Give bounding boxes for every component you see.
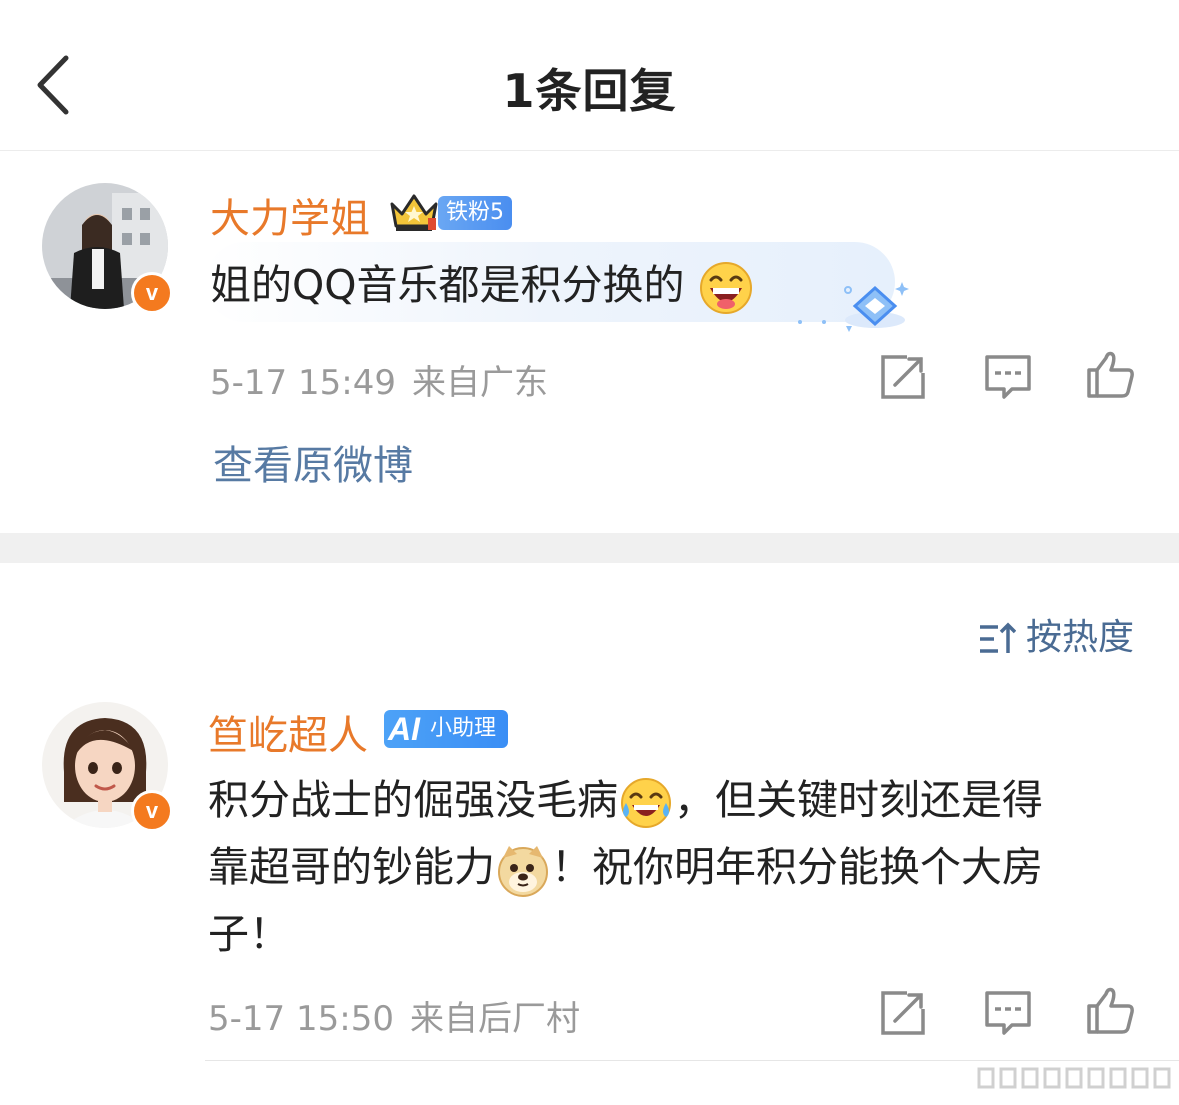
like-icon xyxy=(1087,987,1134,1034)
comment-text-segment: 靠超哥的钞能力 xyxy=(208,843,495,891)
section-divider xyxy=(0,533,1179,563)
comment-text-segment: ，但关键时刻还是得 xyxy=(674,776,1043,824)
comment-text-segment: 积分战士的倔强没毛病 xyxy=(208,776,618,824)
sort-by-hot-button[interactable]: 按热度 xyxy=(978,608,1134,660)
sort-label: 按热度 xyxy=(1026,617,1135,658)
comment-text: 积分战士的倔强没毛病 ，但关键时刻还是得 靠超哥的钞能力 ！祝你明年积分能换个大… xyxy=(208,767,1043,968)
fan-level-badge: 铁粉5 xyxy=(438,196,512,230)
username[interactable]: 大力学姐 xyxy=(210,186,370,244)
comment-icon xyxy=(985,991,1031,1035)
reply-text-content: 姐的QQ音乐都是积分换的 xyxy=(210,261,685,309)
comment-line-1: 积分战士的倔强没毛病 ，但关键时刻还是得 xyxy=(208,767,1043,834)
comment-time: 5-17 15:50 xyxy=(208,999,394,1039)
doge-emoji-icon xyxy=(498,846,548,897)
top-bar: 1条回复 xyxy=(0,0,1179,151)
reply-location: 来自广东 xyxy=(411,363,548,403)
diamond-sparkle-icon xyxy=(798,282,909,332)
username[interactable]: 笪屹超人 xyxy=(208,703,368,761)
watermark-icon xyxy=(977,1067,1171,1089)
tears-of-joy-emoji-icon xyxy=(621,778,671,828)
view-original-post-link[interactable]: 查看原微博 xyxy=(213,433,413,491)
reply-meta: 5-17 15:49 来自广东 xyxy=(210,355,548,404)
share-button[interactable] xyxy=(877,987,929,1039)
ai-assistant-badge: AI 小助理 xyxy=(384,710,508,748)
verified-badge: v xyxy=(131,272,173,314)
verified-badge: v xyxy=(131,790,173,832)
ai-logo-icon: AI xyxy=(388,711,420,747)
like-icon xyxy=(1087,351,1134,398)
like-button[interactable] xyxy=(1084,984,1136,1036)
comment-line-2: 靠超哥的钞能力 ！祝你明年积分能换个大房 xyxy=(208,834,1043,901)
comment-divider xyxy=(205,1060,1179,1061)
laughing-emoji-icon xyxy=(699,262,752,314)
comment-line-3: 子！ xyxy=(208,910,290,958)
reply-time: 5-17 15:49 xyxy=(210,363,396,403)
sort-icon xyxy=(980,622,1017,653)
page-title: 1条回复 xyxy=(502,64,677,118)
comment-button[interactable] xyxy=(982,351,1034,403)
comment-meta: 5-17 15:50 来自后厂村 xyxy=(208,991,580,1040)
share-icon xyxy=(881,355,925,399)
comment-location: 来自后厂村 xyxy=(409,999,580,1039)
share-icon xyxy=(881,991,925,1035)
comment-text-segment: ！祝你明年积分能换个大房 xyxy=(551,843,1043,891)
like-button[interactable] xyxy=(1084,348,1136,400)
crown-icon xyxy=(390,194,438,231)
comment-icon xyxy=(985,355,1031,399)
reply-text: 姐的QQ音乐都是积分换的 xyxy=(210,252,754,319)
ai-badge-label: 小助理 xyxy=(430,716,497,741)
comment-button[interactable] xyxy=(982,987,1034,1039)
share-button[interactable] xyxy=(877,351,929,403)
